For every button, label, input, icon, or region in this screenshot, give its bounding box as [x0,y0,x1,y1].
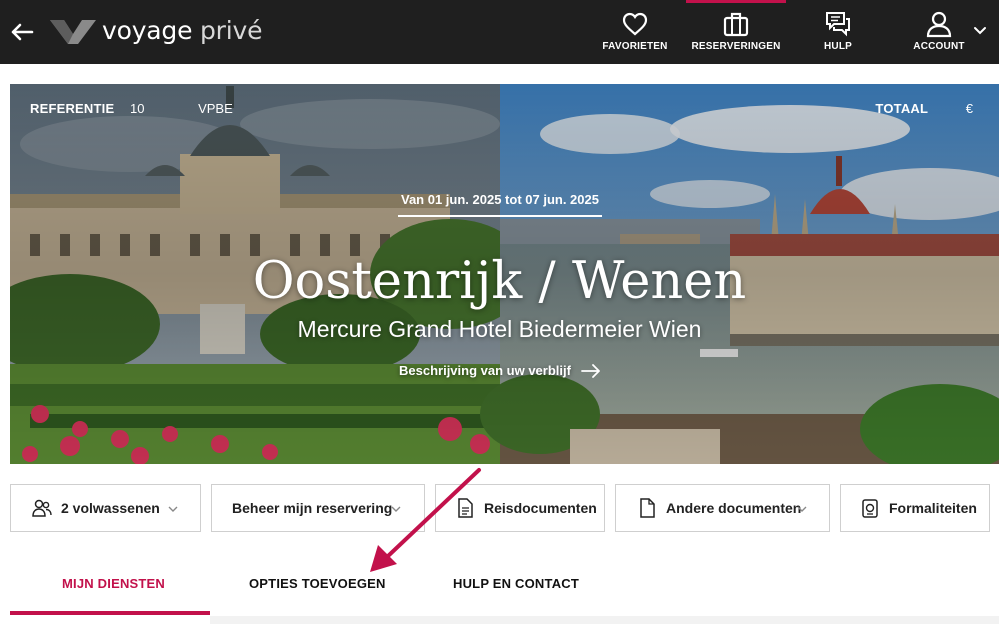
travel-documents-label: Reisdocumenten [484,500,597,516]
manage-booking-label: Beheer mijn reservering [232,500,393,516]
voyage-prive-logo-icon[interactable] [48,16,98,46]
hotel-name: Mercure Grand Hotel Biedermeier Wien [297,316,702,342]
nav-active-indicator [686,0,786,3]
nav-account-label: ACCOUNT [913,41,965,52]
nav-favorieten[interactable]: FAVORIETEN [600,0,670,64]
manage-booking-dropdown[interactable]: Beheer mijn reservering [211,484,425,532]
brand-name-part2: privé [200,16,263,45]
chat-help-icon [826,12,850,37]
formalities-label: Formaliteiten [889,500,977,516]
travellers-label: 2 volwassenen [61,500,160,516]
tab-hulp-en-contact[interactable]: HULP EN CONTACT [453,576,579,591]
back-arrow-icon[interactable] [8,18,36,46]
total-label: TOTAAL [875,101,929,116]
nav-hulp[interactable]: HULP [808,0,868,64]
brand-name-part1: voyage [102,16,193,45]
active-tab-indicator [10,611,210,615]
tab-opties-toevoegen[interactable]: OPTIES TOEVOEGEN [249,576,386,591]
arrow-right-icon [581,363,600,378]
nav-hulp-label: HULP [823,41,853,52]
nav-reserveringen-label: RESERVERINGEN [691,41,781,52]
travel-documents-button[interactable]: Reisdocumenten [435,484,605,532]
stay-dates: Van 01 jun. 2025 tot 07 jun. 2025 [398,192,602,217]
destination-title: Oostenrijk / Wenen [252,252,747,311]
reference-label: REFERENTIE [30,101,115,116]
top-navigation-bar: voyage privé FAVORIETEN RESERVERINGEN HU… [0,0,999,64]
content-area-top [210,616,999,624]
chevron-down-icon [168,506,178,512]
total-info: TOTAAL € [875,101,973,116]
other-documents-dropdown[interactable]: Andere documenten [615,484,830,532]
passport-icon [862,499,878,518]
file-icon [640,498,655,518]
nav-favorieten-label: FAVORIETEN [602,41,668,52]
total-currency: € [965,101,973,116]
other-documents-label: Andere documenten [666,500,802,516]
stay-description-label: Beschrijving van uw verblijf [399,363,571,378]
nav-account[interactable]: ACCOUNT [908,0,970,64]
reservation-hero-banner: REFERENTIE 10 VPBE TOTAAL € Van 01 jun. … [10,84,999,464]
tab-mijn-diensten[interactable]: MIJN DIENSTEN [62,576,165,591]
reference-value-start: 10 [129,101,145,116]
chevron-down-icon[interactable] [972,22,988,38]
heart-icon [622,12,648,36]
reference-info: REFERENTIE 10 VPBE [30,101,233,116]
user-icon [926,11,952,38]
travellers-dropdown[interactable]: 2 volwassenen [10,484,201,532]
document-icon [458,498,473,518]
chevron-down-icon [391,506,401,512]
reference-value-end: VPBE [198,101,233,116]
stay-description-link[interactable]: Beschrijving van uw verblijf [399,363,601,378]
formalities-button[interactable]: Formaliteiten [840,484,990,532]
nav-reserveringen[interactable]: RESERVERINGEN [686,0,786,64]
brand-name[interactable]: voyage privé [102,16,262,45]
users-icon [32,499,52,517]
chevron-down-icon [797,506,807,512]
suitcase-icon [723,12,749,37]
